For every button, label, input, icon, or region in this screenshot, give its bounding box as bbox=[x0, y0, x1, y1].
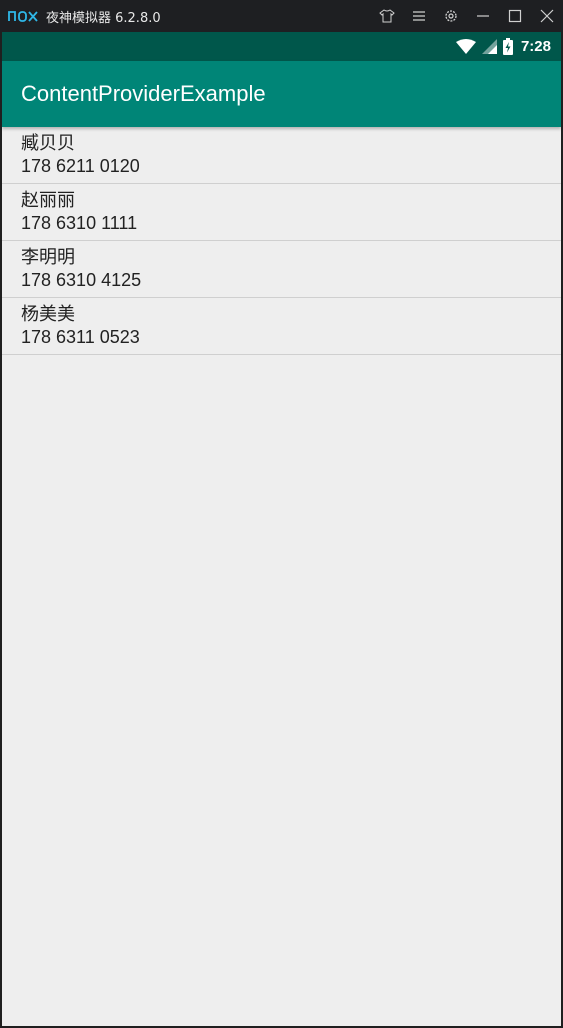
status-clock: 7:28 bbox=[520, 38, 551, 55]
contact-phone: 178 6310 4125 bbox=[21, 270, 142, 290]
contact-name: 李明明 bbox=[21, 247, 75, 268]
emulator-titlebar: 夜神模拟器 6.2.8.0 bbox=[0, 0, 563, 32]
window-controls bbox=[371, 0, 563, 32]
app-title: ContentProviderExample bbox=[21, 81, 266, 106]
wifi-icon bbox=[455, 39, 476, 54]
signal-icon bbox=[481, 39, 497, 54]
gear-icon[interactable] bbox=[435, 0, 467, 32]
battery-charging-icon bbox=[502, 38, 513, 55]
contact-list: 臧贝贝 178 6211 0120 赵丽丽 178 6310 1111 李明明 … bbox=[2, 127, 561, 355]
list-item[interactable]: 杨美美 178 6311 0523 bbox=[2, 298, 561, 355]
android-screen: 7:28 ContentProviderExample 臧贝贝 178 6211… bbox=[2, 32, 561, 1026]
list-item[interactable]: 赵丽丽 178 6310 1111 bbox=[2, 184, 561, 241]
list-item[interactable]: 臧贝贝 178 6211 0120 bbox=[2, 127, 561, 184]
contact-phone: 178 6310 1111 bbox=[21, 213, 138, 233]
contact-name: 杨美美 bbox=[21, 304, 75, 325]
contact-name: 赵丽丽 bbox=[21, 190, 75, 211]
shirt-icon[interactable] bbox=[371, 0, 403, 32]
window-title: 夜神模拟器 6.2.8.0 bbox=[46, 10, 161, 26]
contact-phone: 178 6311 0523 bbox=[21, 327, 140, 347]
status-bar: 7:28 bbox=[2, 32, 561, 61]
maximize-icon[interactable] bbox=[499, 0, 531, 32]
contact-name: 臧贝贝 bbox=[21, 133, 75, 154]
contact-phone: 178 6211 0120 bbox=[21, 156, 140, 176]
menu-icon[interactable] bbox=[403, 0, 435, 32]
nox-logo bbox=[8, 9, 38, 23]
minimize-icon[interactable] bbox=[467, 0, 499, 32]
close-icon[interactable] bbox=[531, 0, 563, 32]
list-item[interactable]: 李明明 178 6310 4125 bbox=[2, 241, 561, 298]
app-bar: ContentProviderExample bbox=[2, 61, 561, 127]
